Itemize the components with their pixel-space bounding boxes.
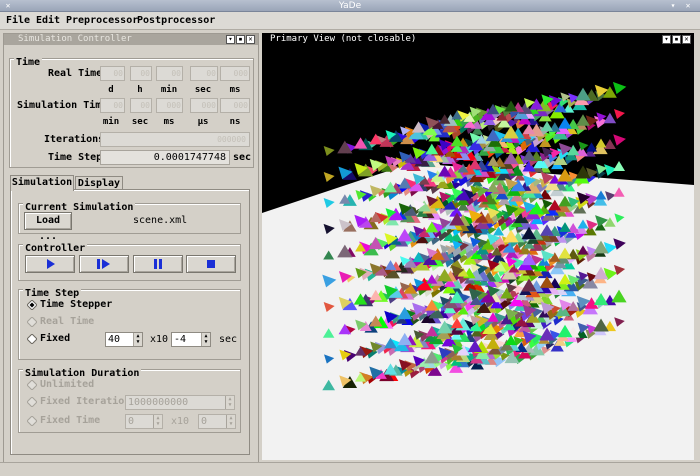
dock-float-icon[interactable]: ▾ [226, 35, 235, 44]
sim-time-ms: 000 [156, 98, 183, 113]
fixed-label: Fixed [40, 333, 71, 344]
view-float-icon[interactable]: ▾ [662, 35, 671, 44]
fixed-iterations-text: 1000000000 [128, 397, 189, 408]
fixed-value-text: 40 [108, 334, 121, 345]
fixed-time-label: Fixed Time [40, 415, 101, 426]
unlimited-radio [27, 380, 37, 390]
step-button[interactable] [79, 255, 129, 273]
step-icon [97, 259, 110, 269]
real-time-ms: 000 [220, 66, 250, 81]
dock-undock-icon[interactable]: ▪ [236, 35, 245, 44]
window-titlebar[interactable]: ✕ YaDe ▾ ✕ [0, 0, 700, 12]
unit-days: d [108, 85, 114, 95]
play-icon [47, 259, 55, 269]
iterations-label: Iterations [44, 134, 105, 145]
menu-file[interactable]: File [6, 14, 30, 28]
time-step-display: 0.0001747748 [100, 150, 230, 165]
spin-arrows-icon: ▲ ▼ [153, 415, 162, 428]
pause-icon [154, 259, 162, 269]
menu-bar: File Edit Preprocessor Postprocessor [0, 12, 700, 30]
scene-canvas[interactable] [262, 45, 694, 460]
scene-file-name: scene.xml [133, 215, 188, 226]
primary-view-title: Primary View (not closable) [270, 34, 417, 44]
sim-time-seconds: 00 [130, 98, 152, 113]
fixed-iterations-spinbox: 1000000000 ▲ ▼ [125, 395, 235, 410]
unit-sim-ms: ms [163, 117, 175, 127]
load-button[interactable]: Load ... [24, 212, 72, 242]
menu-edit[interactable]: Edit [36, 14, 60, 28]
fixed-time-x10-label: x10 [171, 416, 190, 427]
close-icon[interactable]: ✕ [683, 1, 693, 11]
sec-label: sec [219, 334, 238, 345]
real-time-label: Real Time [48, 68, 103, 79]
real-time-minutes: 00 [156, 66, 183, 81]
menu-postprocessor[interactable]: Postprocessor [137, 14, 215, 28]
primary-view[interactable]: Primary View (not closable) ▾ ▪ ✕ [262, 33, 694, 460]
controller-title: Controller [23, 243, 88, 255]
spin-arrows-icon[interactable]: ▲ ▼ [133, 333, 142, 346]
fixed-value-spinbox[interactable]: 40 ▲ ▼ [105, 332, 143, 347]
stop-button[interactable] [186, 255, 236, 273]
dock-title: Simulation Controller [18, 34, 132, 44]
maximize-icon[interactable]: ▾ [668, 1, 678, 11]
fixed-time-spinbox: 0 ▲ ▼ [125, 414, 163, 429]
fixed-iterations-label: Fixed Iterations [40, 396, 137, 407]
unit-sim-us: µs [197, 117, 209, 127]
stop-icon [207, 260, 215, 268]
fixed-time-exponent-text: 0 [201, 416, 208, 427]
status-bar [0, 462, 700, 476]
spin-arrows-icon: ▲ ▼ [226, 415, 235, 428]
times-ten-label: x10 [150, 334, 169, 345]
pause-button[interactable] [133, 255, 183, 273]
unit-seconds: sec [194, 85, 212, 95]
unit-ms: ms [229, 85, 241, 95]
fixed-iterations-radio [27, 397, 37, 407]
view-undock-icon[interactable]: ▪ [672, 35, 681, 44]
play-button[interactable] [25, 255, 75, 273]
simulation-time-label: Simulation Time [17, 100, 108, 111]
view-close-icon[interactable]: ✕ [682, 35, 691, 44]
fixed-exponent-text: -4 [174, 334, 187, 345]
spin-arrows-icon[interactable]: ▲ ▼ [201, 333, 210, 346]
real-time-seconds: 00 [190, 66, 218, 81]
primary-view-titlebar: Primary View (not closable) ▾ ▪ ✕ [262, 33, 694, 45]
time-stepper-radio[interactable] [27, 300, 37, 310]
dock-close-icon[interactable]: ✕ [246, 35, 255, 44]
unlimited-label: Unlimited [40, 379, 95, 390]
tab-simulation[interactable]: Simulation [10, 175, 74, 191]
window-title: YaDe [338, 1, 362, 11]
time-step-label: Time Step [48, 152, 103, 163]
time-stepper-label: Time Stepper [40, 299, 113, 310]
time-group-title: Time [14, 57, 43, 69]
unit-sim-seconds: sec [131, 117, 149, 127]
fixed-radio[interactable] [27, 334, 37, 344]
iterations-display: 000000 [100, 132, 250, 147]
sim-time-minutes: 00 [100, 98, 125, 113]
fixed-time-radio [27, 416, 37, 426]
dock-titlebar[interactable]: Simulation Controller ▾ ▪ ✕ [4, 34, 258, 45]
spin-arrows-icon: ▲ ▼ [225, 396, 234, 409]
fixed-time-text: 0 [128, 416, 135, 427]
fixed-time-exponent-spinbox: 0 ▲ ▼ [198, 414, 236, 429]
real-time-hours: 00 [130, 66, 152, 81]
sim-time-ns: 000 [220, 98, 250, 113]
real-time-option-label: Real Time [40, 316, 95, 327]
unit-hours: h [137, 85, 143, 95]
real-time-radio [27, 317, 37, 327]
unit-minutes: min [160, 85, 178, 95]
time-step-unit: sec [233, 152, 252, 163]
unit-sim-ns: ns [229, 117, 241, 127]
sim-time-us: 000 [190, 98, 218, 113]
fixed-exponent-spinbox[interactable]: -4 ▲ ▼ [171, 332, 211, 347]
menu-preprocessor[interactable]: Preprocessor [66, 14, 138, 28]
real-time-days: 00 [100, 66, 125, 81]
unit-sim-minutes: min [102, 117, 120, 127]
